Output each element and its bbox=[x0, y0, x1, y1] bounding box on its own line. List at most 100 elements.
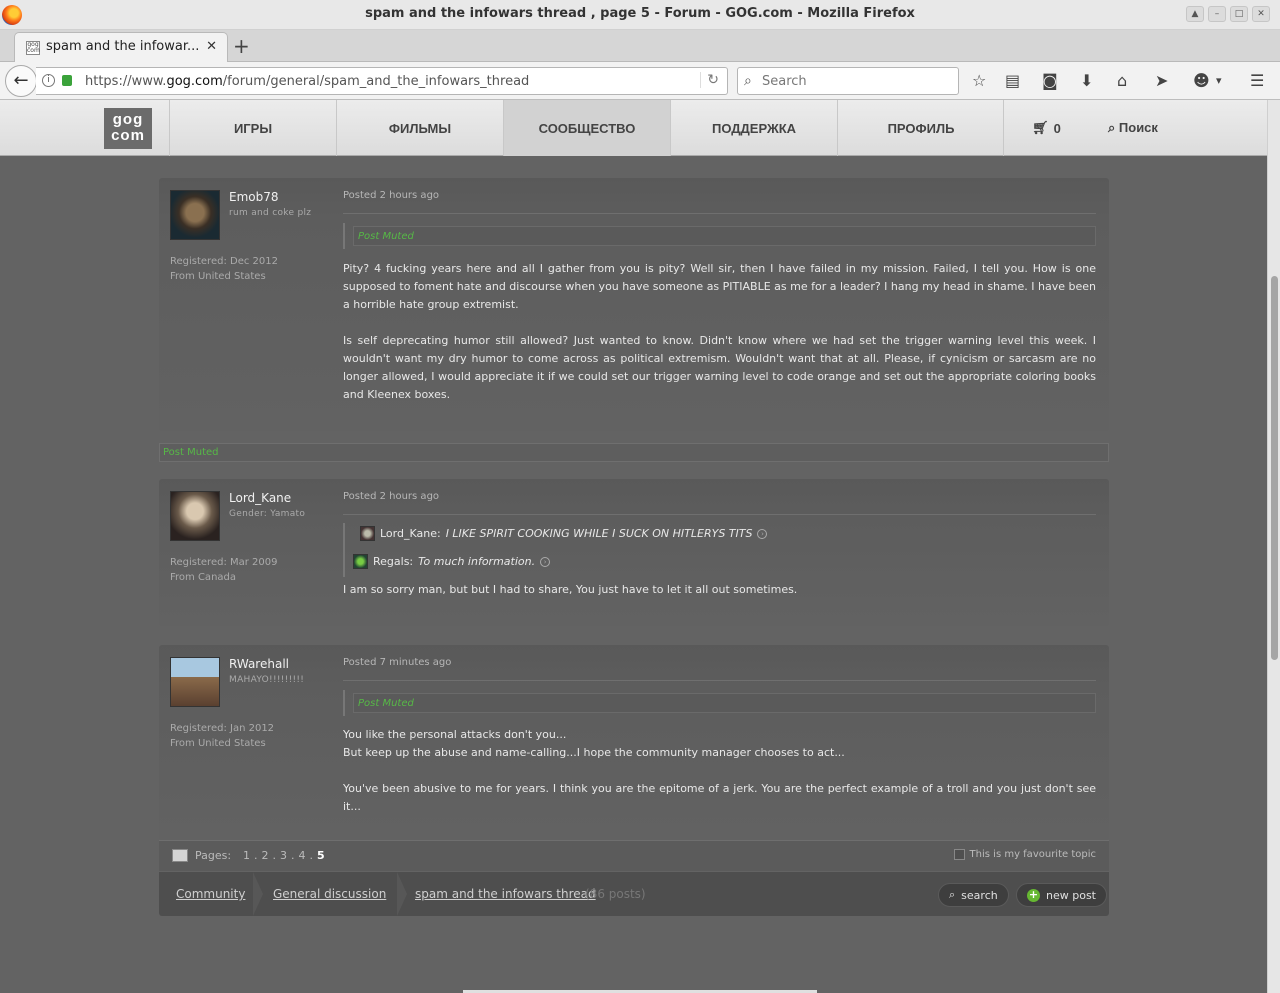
post-divider bbox=[343, 680, 1096, 681]
breadcrumb-thread[interactable]: spam and the infowars thread bbox=[415, 887, 596, 901]
chevron-down-icon[interactable]: ▾ bbox=[1216, 74, 1222, 87]
post-username[interactable]: Lord_Kane bbox=[229, 491, 291, 505]
page-link-2[interactable]: 2 bbox=[262, 849, 269, 862]
nested-quote: Lord_Kane: I LIKE SPIRIT COOKING WHILE I… bbox=[360, 526, 768, 541]
muted-quote-text[interactable]: Post Muted bbox=[353, 226, 1096, 246]
post-line: But keep up the abuse and name-calling..… bbox=[343, 746, 845, 759]
post-paragraph: I am so sorry man, but but I had to shar… bbox=[343, 583, 798, 596]
avatar[interactable] bbox=[170, 190, 220, 240]
page-link-4[interactable]: 4 bbox=[299, 849, 306, 862]
quote-text: I LIKE SPIRIT COOKING WHILE I SUCK ON HI… bbox=[445, 527, 753, 540]
favourite-label: This is my favourite topic bbox=[969, 849, 1096, 860]
page-link-3[interactable]: 3 bbox=[280, 849, 287, 862]
pocket-icon[interactable]: ◙ bbox=[1042, 71, 1058, 90]
downloads-icon[interactable]: ⬇ bbox=[1080, 71, 1093, 90]
gog-favicon-icon: gog com bbox=[26, 41, 40, 55]
window-controls: ▲ – □ ✕ bbox=[1186, 6, 1270, 22]
navigation-toolbar: ← i https://www.gog.com/forum/general/sp… bbox=[0, 62, 1280, 100]
post-divider bbox=[343, 514, 1096, 515]
quote: Regals: To much information. › bbox=[353, 554, 551, 569]
nav-support[interactable]: ПОДДЕРЖКА bbox=[670, 100, 837, 156]
post-divider bbox=[343, 213, 1096, 214]
new-tab-button[interactable]: + bbox=[233, 34, 250, 58]
post-timestamp: Posted 2 hours ago bbox=[343, 190, 440, 201]
pages-label: Pages: bbox=[195, 849, 232, 862]
reload-icon[interactable]: ↻ bbox=[700, 72, 719, 88]
window-minimize-button[interactable]: – bbox=[1208, 6, 1226, 22]
page-link-1[interactable]: 1 bbox=[243, 849, 250, 862]
quote-avatar bbox=[360, 526, 375, 541]
browser-tab-active[interactable]: gog com spam and the infowar... ✕ bbox=[14, 32, 228, 62]
menu-hamburger-icon[interactable]: ☰ bbox=[1250, 71, 1264, 90]
quote-author[interactable]: Lord_Kane: bbox=[380, 527, 441, 540]
home-icon[interactable]: ⌂ bbox=[1117, 71, 1127, 90]
pages-icon bbox=[172, 849, 188, 862]
reading-list-icon[interactable]: ▤ bbox=[1005, 71, 1020, 90]
muted-quote: Post Muted bbox=[343, 223, 1096, 249]
forum-post: RWarehall MAHAYO!!!!!!!!! Registered: Ja… bbox=[159, 645, 1109, 840]
go-to-quote-icon[interactable]: › bbox=[757, 528, 768, 539]
secure-lock-icon[interactable] bbox=[62, 75, 72, 86]
page-scrollbar[interactable] bbox=[1267, 100, 1280, 993]
nav-profile[interactable]: ПРОФИЛЬ bbox=[837, 100, 1004, 156]
post-user-registered: Registered: Dec 2012 bbox=[170, 256, 278, 267]
cart-button[interactable]: 🛒︎ 0 bbox=[1003, 100, 1089, 156]
post-paragraph: Pity? 4 fucking years here and all I gat… bbox=[343, 262, 1096, 311]
post-user-tagline: MAHAYO!!!!!!!!! bbox=[229, 675, 305, 685]
quote-author[interactable]: Regals: bbox=[373, 555, 413, 568]
post-timestamp: Posted 7 minutes ago bbox=[343, 657, 452, 668]
site-info-icon[interactable]: i bbox=[42, 74, 55, 87]
back-button[interactable]: ← bbox=[5, 65, 37, 97]
post-body: You like the personal attacks don't you.… bbox=[343, 726, 1096, 816]
window-close-button[interactable]: ✕ bbox=[1252, 6, 1270, 22]
thread-post-count: (86 posts) bbox=[585, 887, 646, 901]
forum-post: Lord_Kane Gender: Yamato Registered: Mar… bbox=[159, 479, 1109, 626]
search-button[interactable]: ⌕ search bbox=[938, 883, 1009, 907]
favourite-checkbox[interactable] bbox=[953, 849, 965, 860]
post-username[interactable]: RWarehall bbox=[229, 657, 289, 671]
post-body: Pity? 4 fucking years here and all I gat… bbox=[343, 260, 1096, 422]
search-icon: ⌕ bbox=[1108, 120, 1116, 135]
post-user-location: From United States bbox=[170, 271, 266, 282]
page-links: 1. 2. 3. 4. 5 bbox=[243, 849, 325, 862]
send-icon[interactable]: ➤ bbox=[1155, 71, 1168, 90]
breadcrumb-separator bbox=[253, 872, 263, 916]
url-bar[interactable]: i https://www.gog.com/forum/general/spam… bbox=[36, 67, 728, 95]
window-up-icon[interactable]: ▲ bbox=[1186, 6, 1204, 22]
muted-quote: Post Muted bbox=[343, 690, 1096, 716]
window-title: spam and the infowars thread , page 5 - … bbox=[365, 6, 915, 21]
url-text[interactable]: https://www.gog.com/forum/general/spam_a… bbox=[85, 74, 529, 89]
nav-community[interactable]: СООБЩЕСТВО bbox=[503, 100, 670, 156]
nav-movies[interactable]: ФИЛЬМЫ bbox=[336, 100, 503, 156]
gog-header: gog com ИГРЫ ФИЛЬМЫ СООБЩЕСТВО ПОДДЕРЖКА … bbox=[0, 100, 1267, 156]
bookmark-star-icon[interactable]: ☆ bbox=[972, 71, 986, 90]
muted-quote-text[interactable]: Post Muted bbox=[353, 693, 1096, 713]
gog-logo[interactable]: gog com bbox=[104, 108, 152, 149]
post-paragraph: Is self deprecating humor still allowed?… bbox=[343, 334, 1096, 401]
favourite-topic-toggle[interactable]: This is my favourite topic bbox=[953, 849, 1096, 860]
plus-icon: + bbox=[1027, 887, 1040, 902]
nav-games[interactable]: ИГРЫ bbox=[169, 100, 336, 156]
gog-search-button[interactable]: ⌕ Поиск bbox=[1108, 120, 1158, 136]
post-timestamp: Posted 2 hours ago bbox=[343, 491, 440, 502]
breadcrumb-general-discussion[interactable]: General discussion bbox=[273, 887, 386, 901]
browser-search-input[interactable]: ⌕ Search bbox=[737, 67, 959, 95]
tab-close-icon[interactable]: ✕ bbox=[206, 39, 217, 54]
post-user-tagline: rum and coke plz bbox=[229, 208, 312, 218]
extension-icon[interactable]: ☻ bbox=[1193, 71, 1210, 90]
go-to-quote-icon[interactable]: › bbox=[540, 556, 551, 567]
gog-search-label: Поиск bbox=[1118, 120, 1158, 135]
new-post-button[interactable]: + new post bbox=[1016, 883, 1107, 907]
breadcrumb-community[interactable]: Community bbox=[176, 887, 245, 901]
post-body: I am so sorry man, but but I had to shar… bbox=[343, 581, 1096, 617]
muted-post-bar[interactable]: Post Muted bbox=[159, 443, 1109, 462]
scrollbar-thumb[interactable] bbox=[1271, 276, 1278, 660]
avatar[interactable] bbox=[170, 657, 220, 707]
post-line: You've been abusive to me for years. I t… bbox=[343, 782, 1096, 813]
window-maximize-button[interactable]: □ bbox=[1230, 6, 1248, 22]
post-username[interactable]: Emob78 bbox=[229, 190, 279, 204]
post-user-location: From United States bbox=[170, 738, 266, 749]
avatar[interactable] bbox=[170, 491, 220, 541]
new-post-label: new post bbox=[1046, 888, 1096, 902]
post-user-tagline: Gender: Yamato bbox=[229, 509, 306, 519]
